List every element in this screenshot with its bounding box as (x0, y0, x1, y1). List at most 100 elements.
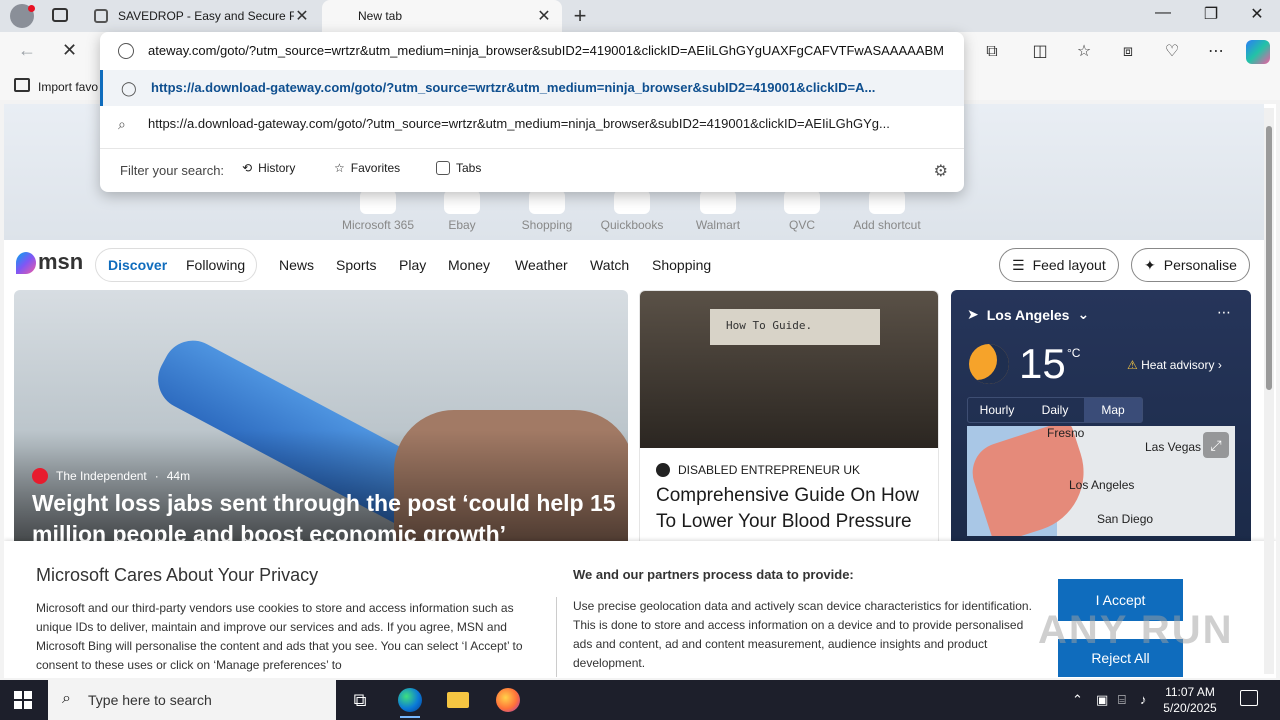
gear-icon[interactable]: ⚙ (934, 161, 948, 181)
suggestion-url[interactable]: ◯ https://a.download-gateway.com/goto/?u… (100, 70, 964, 106)
more-icon[interactable]: ⋯ (1204, 40, 1228, 64)
tab-close-icon[interactable]: ✕ (294, 6, 310, 26)
collections-icon[interactable]: ⧈ (1116, 40, 1140, 64)
start-button[interactable] (14, 691, 32, 709)
temperature-unit: °C (1067, 346, 1081, 360)
maximize-button[interactable]: ❐ (1188, 4, 1234, 24)
news-card-main[interactable]: The Independent · 44m Weight loss jabs s… (14, 290, 628, 550)
taskbar: ⌕ Type here to search ⧉ ⌃ ▣ ⌸ ♪ 11:07 AM… (0, 680, 1280, 720)
suggestion-text: https://a.download-gateway.com/goto/?utm… (151, 80, 876, 95)
privacy-body-2: Use precise geolocation data and activel… (573, 599, 1032, 670)
new-tab-button[interactable]: + (568, 3, 592, 29)
msn-nav-bar: msn Discover Following News Sports Play … (4, 240, 1264, 290)
chevron-right-icon: › (1217, 358, 1222, 372)
weather-tabs: Hourly Daily Map (967, 397, 1143, 423)
system-clock[interactable]: 11:07 AM 5/20/2025 (1160, 684, 1220, 716)
address-bar-dropdown: https://a.download-gateway.com/goto/?utm… (100, 32, 964, 192)
minimize-button[interactable]: — (1140, 4, 1186, 22)
shortcut-ebay[interactable]: Ebay (422, 190, 502, 232)
search-icon: ⌕ (118, 116, 126, 132)
favorites-icon[interactable]: ☆ (1072, 40, 1096, 64)
tab-daily[interactable]: Daily (1026, 398, 1084, 422)
qvc-icon (784, 190, 820, 214)
shortcut-qvc[interactable]: QVC (762, 190, 842, 232)
tab-following[interactable]: Following (186, 257, 245, 273)
tab-hourly[interactable]: Hourly (968, 398, 1026, 422)
privacy-subtitle: We and our partners process data to prov… (573, 567, 854, 582)
tab-map[interactable]: Map (1084, 398, 1142, 422)
microsoft-365-icon (360, 190, 396, 214)
privacy-body: Microsoft and our third-party vendors us… (36, 601, 523, 672)
edge-taskbar-icon[interactable] (396, 686, 424, 718)
the-independent-logo-icon (32, 468, 48, 484)
performance-icon[interactable]: ♡ (1160, 40, 1184, 64)
suggestion-text: https://a.download-gateway.com/goto/?utm… (148, 116, 890, 131)
device-icon[interactable]: ▣ (1096, 692, 1108, 708)
file-explorer-icon[interactable] (444, 686, 472, 714)
location-arrow-icon: ➤ (967, 306, 979, 322)
weather-map[interactable]: Fresno Las Vegas Los Angeles San Diego ⤢ (967, 426, 1235, 536)
split-screen-icon[interactable]: ◫ (1028, 40, 1052, 64)
shortcut-shopping[interactable]: Shopping (507, 190, 587, 232)
publisher-logo-icon (656, 463, 670, 477)
map-label-las-vegas: Las Vegas (1145, 440, 1202, 454)
weather-card[interactable]: ➤ Los Angeles ⌄ ⋯ 15 °C ⚠ Heat advisory … (951, 290, 1251, 550)
address-bar[interactable]: https://a.download-gateway.com/goto/?utm… (100, 32, 964, 70)
nav-watch[interactable]: Watch (590, 257, 629, 273)
feed-layout-button[interactable]: ☰ Feed layout (999, 248, 1119, 282)
more-icon[interactable]: ⋯ (1217, 304, 1231, 321)
extensions-icon[interactable]: ⧉ (980, 40, 1004, 64)
taskbar-search[interactable]: ⌕ Type here to search (48, 680, 336, 720)
firefox-icon[interactable] (494, 686, 522, 714)
tab-new-tab[interactable]: New tab ✕ (322, 0, 562, 32)
clock-time: 11:07 AM (1165, 685, 1215, 699)
article-headline[interactable]: Comprehensive Guide On How To Lower Your… (656, 483, 926, 535)
expand-icon[interactable]: ⤢ (1203, 432, 1229, 458)
search-placeholder: Type here to search (88, 692, 212, 708)
stop-loading-icon[interactable]: ✕ (62, 40, 77, 61)
quickbooks-icon (614, 190, 650, 214)
network-icon[interactable]: ⌸ (1118, 692, 1126, 708)
task-view-icon[interactable]: ⧉ (346, 686, 374, 714)
filter-favorites[interactable]: ☆ Favorites (334, 161, 400, 175)
weather-location[interactable]: ➤ Los Angeles ⌄ (967, 306, 1089, 323)
heat-advisory[interactable]: ⚠ Heat advisory › (1127, 358, 1222, 372)
chevron-up-icon[interactable]: ⌃ (1072, 692, 1083, 708)
back-icon[interactable]: ← (18, 40, 36, 61)
scrollbar-thumb[interactable] (1266, 126, 1272, 390)
shortcut-add[interactable]: Add shortcut (847, 190, 927, 232)
tab-close-icon[interactable]: ✕ (536, 6, 552, 26)
news-card-side[interactable]: How To Guide. DISABLED ENTREPRENEUR UK C… (639, 290, 939, 550)
nav-sports[interactable]: Sports (336, 257, 376, 273)
nav-play[interactable]: Play (399, 257, 426, 273)
shortcut-microsoft-365[interactable]: Microsoft 365 (338, 190, 418, 232)
filter-history[interactable]: ⟲ History (242, 161, 295, 175)
filter-tabs[interactable]: Tabs (436, 161, 481, 175)
watermark: ANY RUN (1038, 608, 1234, 652)
personalise-button[interactable]: ✦ Personalise (1131, 248, 1250, 282)
tab-actions-icon[interactable] (52, 8, 68, 22)
shortcut-quickbooks[interactable]: Quickbooks (592, 190, 672, 232)
import-favorites-link[interactable]: Import favo (38, 80, 98, 94)
msn-logo[interactable]: msn (16, 249, 83, 275)
volume-icon[interactable]: ♪ (1140, 692, 1147, 707)
suggestion-search[interactable]: ⌕ https://a.download-gateway.com/goto/?u… (100, 106, 964, 142)
sparkle-icon: ✦ (1144, 256, 1156, 273)
tab-label: SAVEDROP - Easy and Secure File (118, 9, 294, 23)
clock-date: 5/20/2025 (1163, 701, 1217, 715)
page-favicon-icon (94, 9, 108, 23)
notification-icon[interactable] (1240, 690, 1258, 706)
nav-weather[interactable]: Weather (515, 257, 568, 273)
shortcut-walmart[interactable]: Walmart (678, 190, 758, 232)
nav-shopping[interactable]: Shopping (652, 257, 711, 273)
globe-icon (118, 43, 134, 59)
tab-discover[interactable]: Discover (108, 257, 167, 273)
nav-news[interactable]: News (279, 257, 314, 273)
typewriter-paper: How To Guide. (710, 309, 880, 345)
close-window-button[interactable]: ✕ (1234, 4, 1280, 24)
address-input[interactable]: https://a.download-gateway.com/goto/?utm… (148, 43, 944, 58)
temperature: 15 (1019, 340, 1066, 387)
copilot-icon[interactable] (1246, 40, 1270, 64)
tab-savedrop[interactable]: SAVEDROP - Easy and Secure File ✕ (84, 0, 320, 32)
nav-money[interactable]: Money (448, 257, 490, 273)
